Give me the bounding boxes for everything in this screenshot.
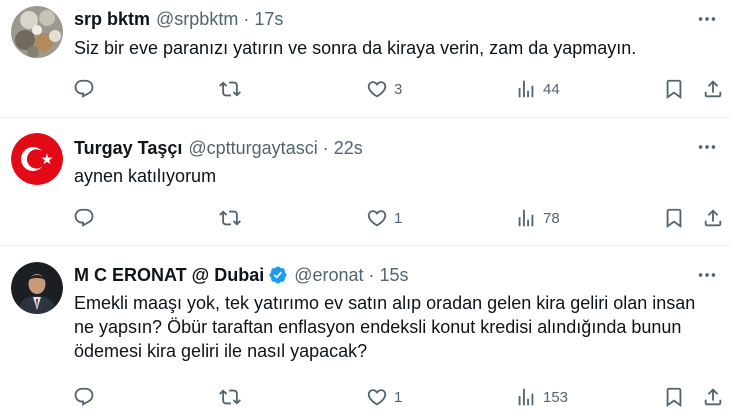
view-count: 78 [543,209,560,227]
user-handle[interactable]: @eronat [294,264,363,286]
retweet-button[interactable] [219,384,247,410]
separator: · [368,265,375,285]
retweet-icon [219,207,241,229]
views-button[interactable]: 78 [515,205,560,231]
action-bar: 1 153 [0,384,730,410]
views-button[interactable]: 153 [515,384,568,410]
views-button[interactable]: 44 [515,76,560,102]
share-button[interactable] [702,205,724,231]
separator: · [243,9,250,29]
like-count: 1 [394,209,403,227]
like-count: 1 [394,388,403,406]
reply-button[interactable] [73,205,101,231]
display-name[interactable]: M C ERONAT @ Dubai [74,264,264,286]
view-count: 153 [543,388,569,406]
tweet-text: aynen katılıyorum [74,166,217,186]
display-name[interactable]: Turgay Taşçı [74,137,182,159]
like-icon [366,386,388,408]
tweet-text: Siz bir eve paranızı yatırın ve sonra da… [74,38,637,58]
more-icon[interactable] [694,262,720,288]
views-icon [515,207,537,229]
bookmark-button[interactable] [663,76,685,102]
bookmark-icon [663,78,685,100]
like-icon [366,78,388,100]
share-button[interactable] [702,76,724,102]
reply-button[interactable] [73,384,101,410]
more-icon[interactable] [694,134,720,160]
tweet[interactable]: srp bktm @srpbktm · 17s Siz bir eve para… [0,0,730,118]
like-button[interactable]: 1 [366,384,402,410]
verified-icon [269,266,287,284]
retweet-icon [219,78,241,100]
tweet[interactable]: M C ERONAT @ Dubai @eronat · 15s Emekli … [0,246,730,420]
action-bar: 3 44 [0,76,730,102]
retweet-icon [219,386,241,408]
separator: · [322,138,329,158]
bookmark-button[interactable] [663,384,685,410]
like-icon [366,207,388,229]
user-handle[interactable]: @cptturgaytasci [188,137,317,159]
timestamp[interactable]: 22s [334,137,363,159]
action-bar: 1 78 [0,205,730,231]
like-button[interactable]: 1 [366,205,402,231]
share-icon [702,386,724,408]
avatar[interactable] [11,133,63,185]
retweet-button[interactable] [219,76,247,102]
tweet-header: srp bktm @srpbktm · 17s [74,8,283,30]
share-icon [702,207,724,229]
timestamp[interactable]: 17s [254,8,283,30]
like-count: 3 [394,80,403,98]
bookmark-button[interactable] [663,205,685,231]
share-button[interactable] [702,384,724,410]
avatar[interactable] [11,262,63,314]
more-icon[interactable] [694,6,720,32]
tweet[interactable]: Turgay Taşçı @cptturgaytasci · 22s aynen… [0,118,730,246]
like-button[interactable]: 3 [366,76,402,102]
tweet-text: Emekli maaşı yok, tek yatırımo ev satın … [74,293,696,361]
reply-icon [73,78,95,100]
reply-icon [73,386,95,408]
view-count: 44 [543,80,560,98]
avatar[interactable] [11,6,63,58]
user-handle[interactable]: @srpbktm [156,8,238,30]
reply-button[interactable] [73,76,101,102]
tweet-header: M C ERONAT @ Dubai @eronat · 15s [74,264,409,286]
reply-icon [73,207,95,229]
bookmark-icon [663,207,685,229]
timestamp[interactable]: 15s [380,264,409,286]
share-icon [702,78,724,100]
tweet-feed: srp bktm @srpbktm · 17s Siz bir eve para… [0,0,730,420]
tweet-header: Turgay Taşçı @cptturgaytasci · 22s [74,137,363,159]
views-icon [515,78,537,100]
views-icon [515,386,537,408]
retweet-button[interactable] [219,205,247,231]
bookmark-icon [663,386,685,408]
display-name[interactable]: srp bktm [74,8,150,30]
